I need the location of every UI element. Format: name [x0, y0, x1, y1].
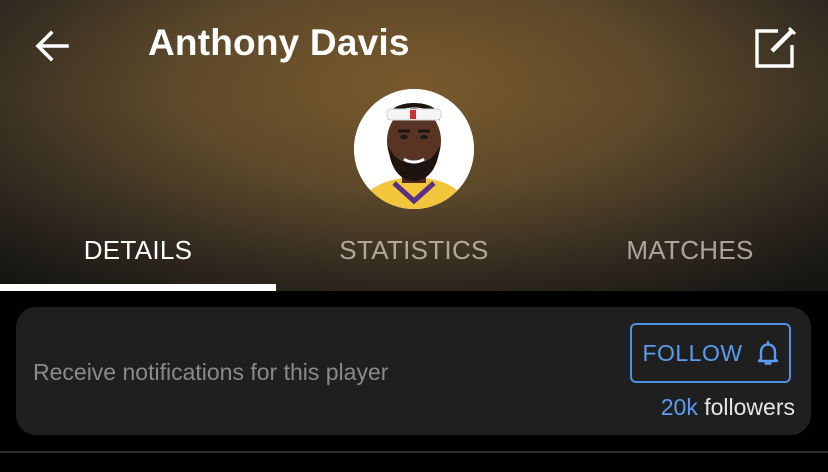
- tab-bar: DETAILS STATISTICS MATCHES: [0, 222, 828, 291]
- edit-icon: [755, 26, 797, 68]
- tab-details[interactable]: DETAILS: [0, 222, 276, 291]
- active-tab-indicator: [0, 284, 276, 291]
- page-title: Anthony Davis: [148, 22, 410, 63]
- follow-button[interactable]: FOLLOW: [630, 323, 791, 383]
- notification-text: Receive notifications for this player: [33, 359, 389, 385]
- tab-statistics[interactable]: STATISTICS: [276, 222, 552, 291]
- followers-label: followers: [704, 394, 795, 420]
- tab-details-label: DETAILS: [83, 234, 193, 265]
- player-avatar: [354, 89, 474, 209]
- player-screen: Anthony Davis DETAILS STATISTICS MATCHES…: [0, 0, 828, 472]
- player-portrait-icon: [354, 89, 474, 209]
- arrow-left-icon: [35, 30, 69, 62]
- tab-matches-label: MATCHES: [626, 234, 754, 265]
- follow-label: FOLLOW: [642, 339, 743, 366]
- divider: [0, 451, 828, 453]
- followers-number: 20k: [660, 394, 698, 420]
- followers-count: 20k followers: [661, 394, 795, 421]
- player-header: Anthony Davis DETAILS STATISTICS MATCHES: [0, 0, 828, 291]
- tab-statistics-label: STATISTICS: [339, 234, 489, 265]
- bell-icon: [757, 340, 778, 365]
- tab-matches[interactable]: MATCHES: [552, 222, 828, 291]
- back-button[interactable]: [30, 26, 74, 66]
- edit-button[interactable]: [750, 24, 800, 70]
- notification-card: Receive notifications for this player FO…: [16, 307, 811, 435]
